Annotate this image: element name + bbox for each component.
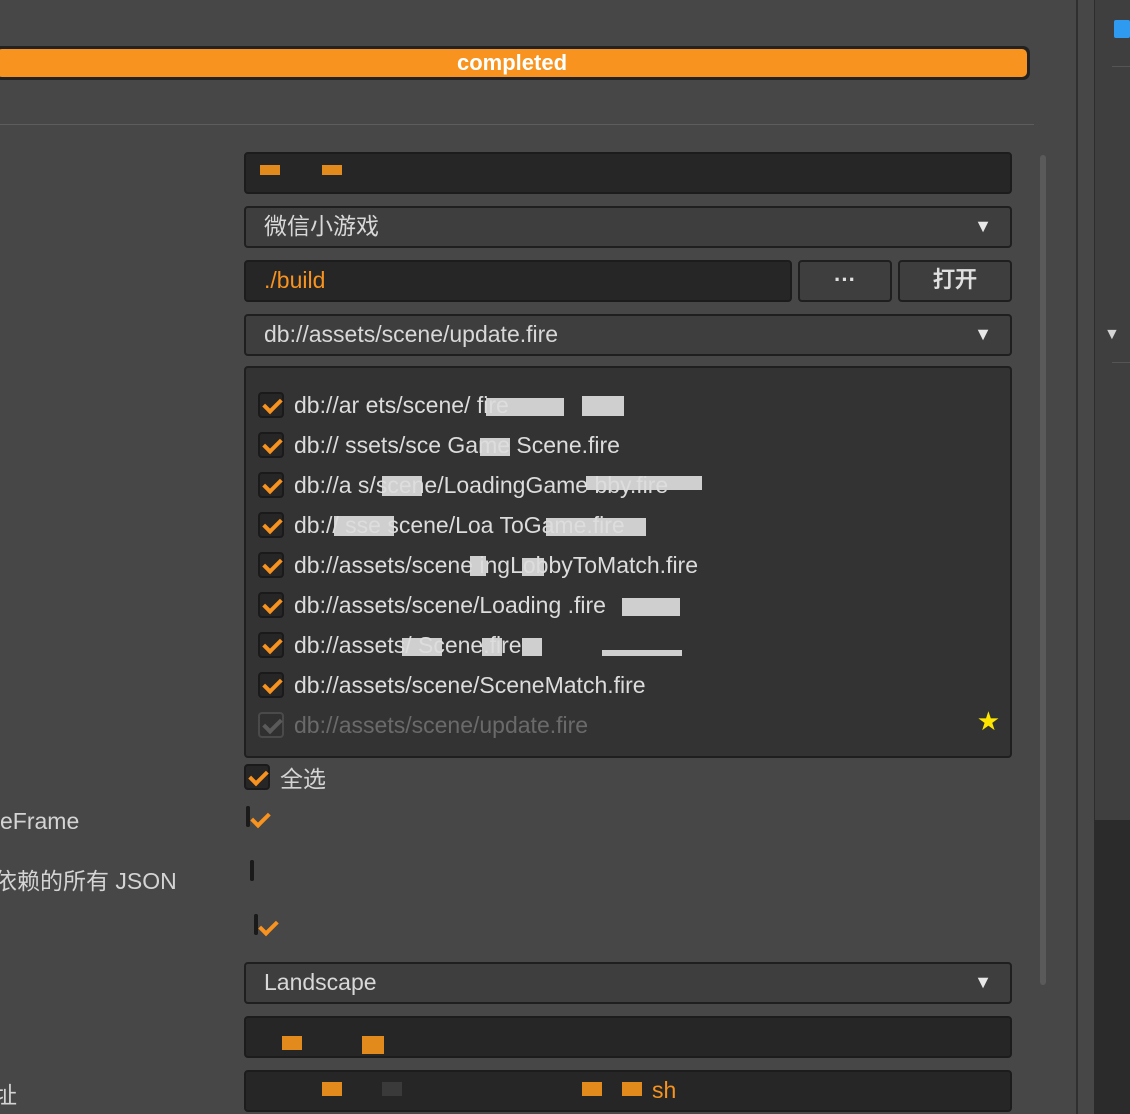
scrollbar[interactable] [1040, 155, 1046, 985]
triangle-down-icon: ▼ [974, 972, 992, 992]
scene-item-label: db://assets/scene/update.fire [294, 711, 589, 738]
redaction [480, 438, 510, 456]
redaction [582, 396, 624, 416]
frame-option-checkbox[interactable] [246, 806, 250, 827]
scene-item-label: db:// ssets/sce Game Scene.fire [294, 431, 620, 458]
redaction [486, 398, 564, 416]
redaction [402, 638, 442, 656]
checkbox-disabled [258, 712, 284, 738]
redaction [522, 558, 544, 576]
open-button[interactable]: 打开 [898, 260, 1012, 302]
orientation-select-value: Landscape [264, 969, 377, 995]
right-panel-lower [1094, 820, 1130, 1114]
select-all-row[interactable]: 全选 [244, 760, 326, 794]
select-all-checkbox[interactable] [244, 764, 270, 790]
redaction [382, 1082, 402, 1096]
scene-item-label: db://ar ets/scene/ fire [294, 391, 509, 418]
right-panel-divider [1112, 66, 1130, 67]
redaction [602, 650, 682, 656]
redaction [470, 556, 486, 576]
redaction [382, 476, 422, 496]
option-label-json: 依赖的所有 JSON [0, 868, 177, 894]
build-progress-bar: completed [0, 46, 1030, 80]
scene-item-disabled: db://assets/scene/update.fire [258, 708, 588, 742]
redaction [282, 1036, 302, 1050]
json-option-checkbox[interactable] [250, 860, 254, 881]
redaction [322, 1082, 342, 1096]
option-label-frame: eFrame [0, 808, 80, 834]
checkbox[interactable] [258, 552, 284, 578]
redaction [622, 598, 680, 616]
browse-button[interactable]: ··· [798, 260, 892, 302]
checkbox[interactable] [258, 592, 284, 618]
triangle-down-icon: ▼ [974, 216, 992, 236]
scene-item[interactable]: db://assets/scene/Loading .fire [258, 588, 606, 622]
redaction [546, 518, 646, 536]
checkbox[interactable] [258, 432, 284, 458]
scene-item[interactable]: db://ar ets/scene/ fire [258, 388, 509, 422]
redaction [334, 516, 394, 536]
build-progress-label: completed [456, 50, 568, 75]
checkbox[interactable] [258, 512, 284, 538]
platform-select-value: 微信小游戏 [264, 213, 379, 239]
scene-item-label: db://assets/scene/Loading .fire [294, 591, 606, 618]
triangle-down-icon: ▼ [974, 324, 992, 344]
checkbox[interactable] [258, 472, 284, 498]
redaction [582, 1082, 602, 1096]
redaction [260, 165, 280, 175]
app-icon [1114, 20, 1130, 38]
scene-item-label: db://assets/scene ingLobbyToMatch.fire [294, 551, 699, 578]
redaction [522, 638, 542, 656]
panel-separator[interactable] [1076, 0, 1078, 1114]
checkbox[interactable] [258, 392, 284, 418]
remote-server-input[interactable]: sh [244, 1070, 1012, 1112]
scene-item-label: db://assets/scene/SceneMatch.fire [294, 671, 646, 698]
game-name-input[interactable] [244, 152, 1012, 194]
remote-server-value: sh [652, 1077, 677, 1103]
build-path-value: ./build [264, 267, 326, 293]
scene-item[interactable]: db:// ssets/sce Game Scene.fire [258, 428, 620, 462]
expand-triangle-icon[interactable]: ▼ [1104, 326, 1120, 344]
redaction [622, 1082, 642, 1096]
start-scene-select[interactable]: db://assets/scene/update.fire ▼ [244, 314, 1012, 356]
right-panel [1094, 0, 1130, 820]
extra-option-checkbox[interactable] [254, 914, 258, 935]
platform-select[interactable]: 微信小游戏 ▼ [244, 206, 1012, 248]
redaction [482, 638, 502, 656]
checkbox[interactable] [258, 632, 284, 658]
redaction [586, 476, 702, 490]
build-path-input[interactable]: ./build [244, 260, 792, 302]
right-panel-divider [1112, 362, 1130, 363]
start-scene-value: db://assets/scene/update.fire [264, 321, 559, 347]
scene-item[interactable]: db://assets/scene/SceneMatch.fire [258, 668, 646, 702]
checkbox[interactable] [258, 672, 284, 698]
star-icon: ★ [976, 706, 1000, 736]
scene-list: db://ar ets/scene/ fire db:// ssets/sce … [244, 366, 1012, 758]
section-divider [0, 124, 1034, 125]
redaction [362, 1036, 384, 1054]
appid-input[interactable] [244, 1016, 1012, 1058]
option-label-address: 址 [0, 1082, 17, 1108]
redaction [322, 165, 342, 175]
select-all-label: 全选 [280, 766, 326, 792]
orientation-select[interactable]: Landscape ▼ [244, 962, 1012, 1004]
